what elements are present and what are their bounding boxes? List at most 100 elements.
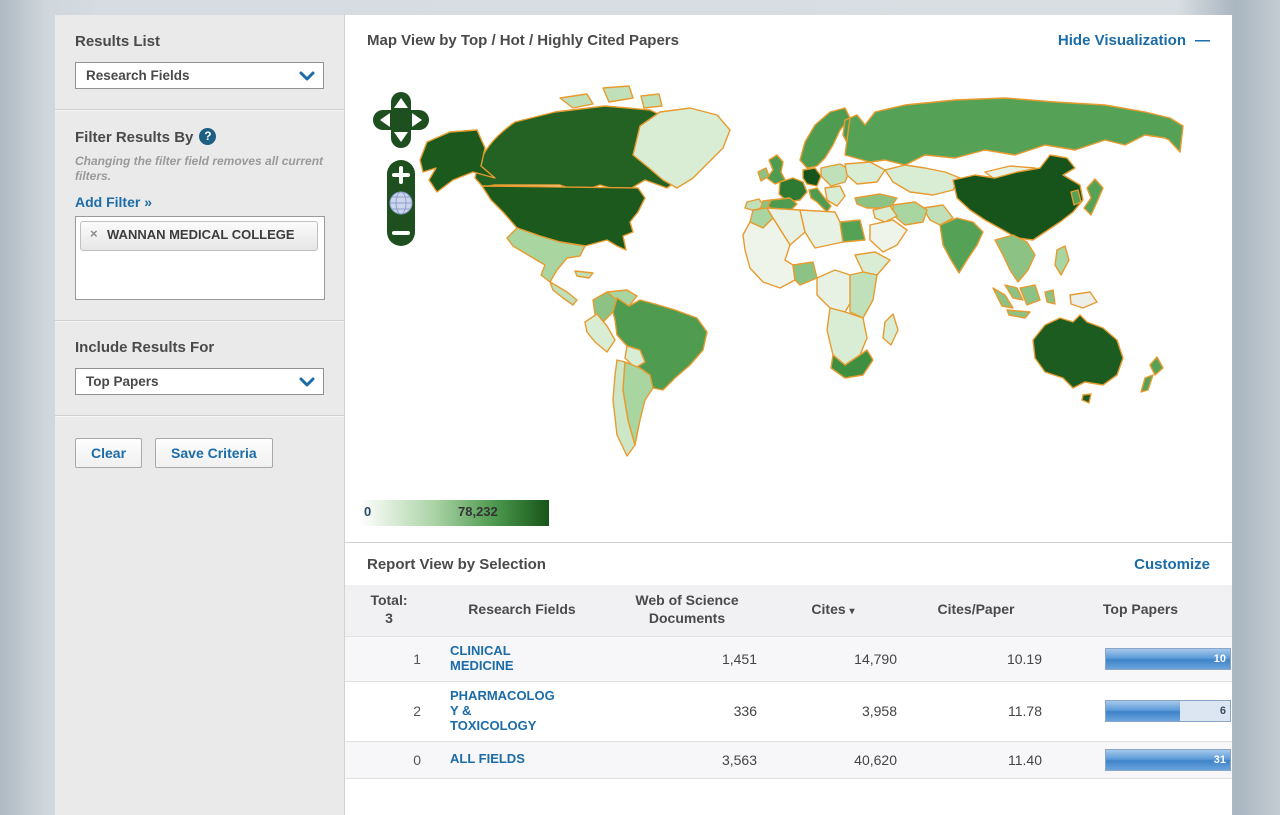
map-region-germany[interactable] xyxy=(803,168,821,186)
remove-filter-icon[interactable]: × xyxy=(90,226,98,241)
map-region-indonesia[interactable] xyxy=(993,285,1055,318)
map-region-india[interactable] xyxy=(940,218,983,273)
total-label: Total: xyxy=(345,592,433,610)
column-header-total: Total: 3 xyxy=(345,592,433,627)
documents-cell: 3,563 xyxy=(611,752,763,768)
globe-icon[interactable] xyxy=(390,192,412,214)
top-papers-bar: 6 xyxy=(1105,700,1231,722)
field-line: MEDICINE xyxy=(450,659,611,674)
column-header-cites-per-paper[interactable]: Cites/Paper xyxy=(903,601,1049,619)
rank-cell: 1 xyxy=(345,651,433,667)
documents-cell: 1,451 xyxy=(611,651,763,667)
map-region-central-america[interactable] xyxy=(550,282,577,305)
active-filters-box: × WANNAN MEDICAL COLLEGE xyxy=(75,216,325,300)
column-header-top-papers[interactable]: Top Papers xyxy=(1049,601,1232,619)
column-header-documents[interactable]: Web of Science Documents xyxy=(611,592,763,627)
map-view-title: Map View by Top / Hot / Highly Cited Pap… xyxy=(367,32,679,49)
top-papers-value: 10 xyxy=(1214,653,1226,665)
map-region-iran[interactable] xyxy=(893,202,927,225)
cites-header-label: Cites xyxy=(811,601,845,617)
filter-heading: Filter Results By? xyxy=(75,128,324,146)
results-list-section: Results List Research Fields xyxy=(55,15,344,110)
table-row[interactable]: 1 CLINICALMEDICINE 1,451 14,790 10.19 10 xyxy=(345,636,1232,681)
cites-per-paper-cell: 10.19 xyxy=(903,651,1049,667)
documents-cell: 336 xyxy=(611,703,763,719)
include-results-dropdown-value: Top Papers xyxy=(86,374,299,389)
map-region-madagascar[interactable] xyxy=(883,314,898,345)
research-field-link[interactable]: PHARMACOLOGY &TOXICOLOGY xyxy=(450,689,611,734)
top-papers-cell: 31 xyxy=(1049,749,1232,771)
map-region-saudi-arabia[interactable] xyxy=(870,220,907,252)
field-line: Y & xyxy=(450,704,611,719)
top-papers-value: 31 xyxy=(1214,754,1226,766)
world-map-visualization[interactable]: 0 78,232 xyxy=(345,60,1232,542)
report-view-header: Report View by Selection Customize xyxy=(345,542,1232,585)
map-region-nigeria[interactable] xyxy=(793,262,817,285)
filter-chip[interactable]: × WANNAN MEDICAL COLLEGE xyxy=(80,221,318,251)
map-region-philippines[interactable] xyxy=(1055,246,1069,275)
map-view-header: Map View by Top / Hot / Highly Cited Pap… xyxy=(345,15,1232,60)
cites-per-paper-cell: 11.78 xyxy=(903,703,1049,719)
choropleth-map[interactable] xyxy=(345,60,1232,490)
map-region-australia[interactable] xyxy=(1033,315,1123,388)
hide-visualization-link[interactable]: Hide Visualization— xyxy=(1058,32,1210,49)
results-list-dropdown[interactable]: Research Fields xyxy=(75,62,324,89)
map-region-norway-sweden[interactable] xyxy=(800,108,850,168)
cites-cell: 40,620 xyxy=(763,752,903,768)
chevron-down-icon xyxy=(299,70,315,82)
map-region-east-africa[interactable] xyxy=(850,272,877,318)
map-region-kazakhstan[interactable] xyxy=(885,165,960,195)
map-region-tasmania[interactable] xyxy=(1082,394,1091,403)
top-papers-cell: 10 xyxy=(1049,648,1232,670)
map-region-libya[interactable] xyxy=(800,210,843,248)
map-region-new-guinea[interactable] xyxy=(1070,292,1097,308)
field-line: CLINICAL xyxy=(450,644,611,659)
map-region-horn-of-africa[interactable] xyxy=(855,252,890,275)
results-list-heading: Results List xyxy=(75,33,324,50)
research-field-link[interactable]: CLINICALMEDICINE xyxy=(450,644,611,674)
column-header-research-fields[interactable]: Research Fields xyxy=(433,601,611,619)
map-region-uk[interactable] xyxy=(767,155,785,184)
map-region-indochina[interactable] xyxy=(995,235,1035,282)
map-region-egypt[interactable] xyxy=(840,220,865,242)
legend-max-value: 78,232 xyxy=(458,504,498,519)
table-row[interactable]: 0 ALL FIELDS 3,563 40,620 11.40 31 xyxy=(345,741,1232,779)
map-region-arctic-islands[interactable] xyxy=(560,86,662,108)
chevron-down-icon xyxy=(299,376,315,388)
save-criteria-button[interactable]: Save Criteria xyxy=(155,438,273,468)
map-region-russia[interactable] xyxy=(845,98,1183,165)
filter-heading-text: Filter Results By xyxy=(75,129,193,146)
report-table-header-row: Total: 3 Research Fields Web of Science … xyxy=(345,585,1232,636)
customize-link[interactable]: Customize xyxy=(1134,556,1210,573)
legend-min-value: 0 xyxy=(364,504,371,519)
map-region-ukraine[interactable] xyxy=(845,162,885,184)
map-region-japan[interactable] xyxy=(1084,179,1103,215)
map-region-peru[interactable] xyxy=(585,314,615,352)
table-row[interactable]: 2 PHARMACOLOGY &TOXICOLOGY 336 3,958 11.… xyxy=(345,681,1232,741)
results-list-dropdown-value: Research Fields xyxy=(86,68,299,83)
map-region-cuba[interactable] xyxy=(575,271,593,278)
map-region-new-zealand[interactable] xyxy=(1141,357,1163,392)
top-papers-value: 6 xyxy=(1220,705,1226,717)
research-field-link[interactable]: ALL FIELDS xyxy=(450,752,611,767)
filter-section: Filter Results By? Changing the filter f… xyxy=(55,110,344,321)
top-papers-bar-fill xyxy=(1106,701,1180,721)
top-papers-bar-fill xyxy=(1106,649,1230,669)
map-region-usa[interactable] xyxy=(482,186,645,250)
include-results-heading: Include Results For xyxy=(75,339,324,356)
cites-cell: 3,958 xyxy=(763,703,903,719)
top-papers-bar: 10 xyxy=(1105,648,1231,670)
filter-note: Changing the filter field removes all cu… xyxy=(75,154,324,184)
add-filter-link[interactable]: Add Filter » xyxy=(75,194,152,210)
actions-section: Clear Save Criteria xyxy=(55,416,344,488)
sidebar: Results List Research Fields Filter Resu… xyxy=(55,15,345,815)
hide-visualization-label: Hide Visualization xyxy=(1058,32,1186,49)
rank-cell: 2 xyxy=(345,703,433,719)
cites-cell: 14,790 xyxy=(763,651,903,667)
include-results-dropdown[interactable]: Top Papers xyxy=(75,368,324,395)
app-window: Results List Research Fields Filter Resu… xyxy=(55,15,1232,815)
help-icon[interactable]: ? xyxy=(199,128,216,145)
clear-button[interactable]: Clear xyxy=(75,438,142,468)
column-header-cites[interactable]: Cites ▾ xyxy=(763,601,903,619)
field-line: PHARMACOLOG xyxy=(450,689,611,704)
